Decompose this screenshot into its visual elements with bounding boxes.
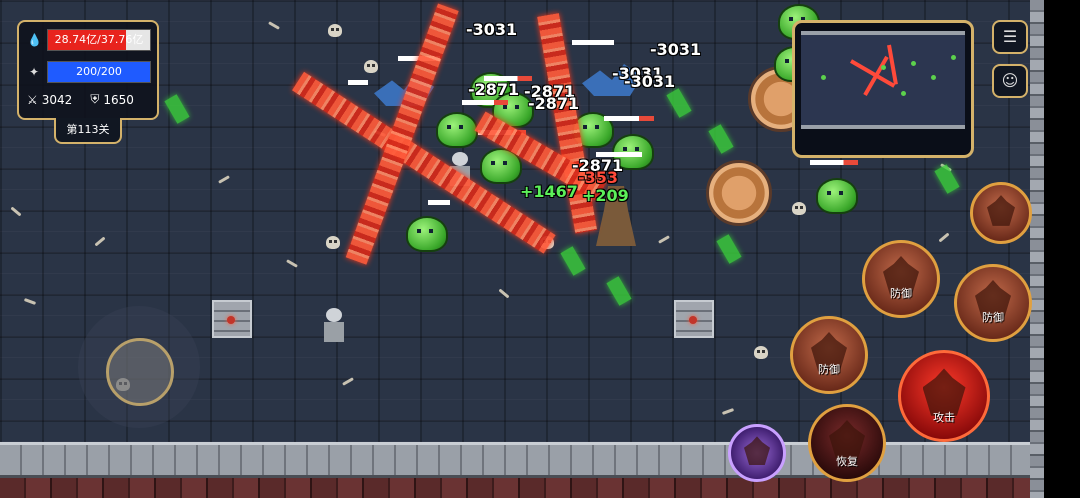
skull-decoration <box>364 60 378 73</box>
bone-decoration <box>94 236 106 247</box>
green-crystal <box>164 94 190 124</box>
green-slime-enemy[interactable] <box>436 112 478 148</box>
defense-value: 1650 <box>103 92 134 107</box>
recover-skill-button[interactable]: 恢复 <box>808 404 886 482</box>
bone-decoration <box>342 377 354 386</box>
summon-skill-button[interactable] <box>728 424 786 482</box>
mp-row: ✦ 200/200 <box>27 61 151 83</box>
drop-icon: 💧 <box>27 33 42 47</box>
skill-silhouette <box>987 195 1015 226</box>
green-crystal <box>666 88 692 118</box>
minimap-beam <box>863 55 889 96</box>
skill-label: 防御 <box>890 287 912 300</box>
defense-skill-button[interactable]: 防御 <box>790 316 868 394</box>
stone-pillar <box>212 300 252 338</box>
red-gem <box>227 316 235 324</box>
damage-number: -2871 <box>528 94 580 113</box>
hp-text: 28.74亿/37.76亿 <box>54 33 144 46</box>
skill-label: 攻击 <box>933 411 955 424</box>
minimap[interactable] <box>792 20 974 158</box>
wall-base <box>0 478 1036 498</box>
damage-number: -353 <box>578 168 619 187</box>
minimap-enemy-dot <box>951 55 956 60</box>
mp-bar: 200/200 <box>47 61 151 83</box>
stage-label: 第113关 <box>54 118 122 144</box>
green-crystal <box>716 234 742 264</box>
minimap-enemy-dot <box>901 91 906 96</box>
enemy-hp-bar <box>348 80 368 85</box>
green-crystal <box>560 246 586 276</box>
attack-button[interactable]: 攻击 <box>898 350 990 442</box>
mp-text: 200/200 <box>76 65 122 78</box>
minimap-enemy-dot <box>821 75 826 80</box>
green-crystal <box>708 124 734 154</box>
skeleton-head <box>326 308 342 322</box>
skill-silhouette <box>744 436 770 465</box>
skill-label: 防御 <box>818 363 840 376</box>
damage-number: -3031 <box>650 40 702 59</box>
enemy-hp-bar <box>810 160 858 165</box>
skill-slot-top[interactable] <box>970 182 1032 244</box>
damage-number: -2871 <box>468 80 520 99</box>
enemy-hp-bar <box>428 200 450 205</box>
skeleton-body <box>324 322 344 342</box>
bone-decoration <box>721 408 735 415</box>
joystick-knob[interactable] <box>106 338 174 406</box>
minimap-beam <box>887 44 898 85</box>
bone-decoration <box>498 288 510 299</box>
dungeon-right-wall <box>1030 0 1080 498</box>
game-viewport[interactable]: -3031 -3031 -3031 -3031 -2871 -2871 -287… <box>0 0 1080 498</box>
player-status-panel: 💧 28.74亿/37.76亿 ✦ 200/200 ⚔ 3042 ⛨ 1650 <box>17 20 159 120</box>
attack-defense-row: ⚔ 3042 ⛨ 1650 <box>27 92 155 107</box>
enemy-hp-bar <box>604 116 654 121</box>
menu-icon[interactable]: ☰ <box>992 20 1028 54</box>
bone-decoration <box>938 232 950 243</box>
damage-number: -3031 <box>624 72 676 91</box>
minimap-field <box>801 31 965 129</box>
skull-decoration <box>328 24 342 37</box>
hp-bar: 28.74亿/37.76亿 <box>47 29 151 51</box>
defense-skill-button[interactable]: 防御 <box>862 240 940 318</box>
attack-value: 3042 <box>41 92 73 107</box>
sword-icon: ⚔ <box>27 92 38 107</box>
profile-icon[interactable]: ☺ <box>992 64 1028 98</box>
skull-decoration <box>754 346 768 359</box>
enemy-hp-bar <box>462 100 508 105</box>
green-slime-enemy[interactable] <box>406 216 448 252</box>
bone-decoration <box>10 206 22 217</box>
green-crystal <box>934 164 960 194</box>
skill-label: 恢复 <box>836 455 858 468</box>
virtual-joystick[interactable] <box>78 306 200 428</box>
skull-decoration <box>326 236 340 249</box>
skeleton-head <box>452 152 468 166</box>
stone-pillar <box>674 300 714 338</box>
green-crystal <box>606 276 632 306</box>
bone-decoration <box>286 259 298 268</box>
bone-decoration <box>268 21 280 30</box>
bone-decoration <box>658 235 670 244</box>
bone-decoration <box>23 298 37 305</box>
magic-icon: ✦ <box>28 65 40 79</box>
skill-label: 防御 <box>982 311 1004 324</box>
rock-golem-enemy[interactable] <box>706 160 772 226</box>
bone-decoration <box>218 175 230 184</box>
shield-icon: ⛨ <box>90 92 100 106</box>
minimap-enemy-dot <box>881 65 886 70</box>
red-gem <box>689 316 697 324</box>
defense-skill-button[interactable]: 防御 <box>954 264 1032 342</box>
damage-number: -3031 <box>466 20 518 39</box>
heal-number: +209 <box>582 186 629 205</box>
hp-row: 💧 28.74亿/37.76亿 <box>27 29 151 51</box>
green-slime-enemy[interactable] <box>816 178 858 214</box>
heal-number: +1467 <box>520 182 578 201</box>
minimap-enemy-dot <box>931 75 936 80</box>
minimap-enemy-dot <box>911 61 916 66</box>
skeleton-enemy[interactable] <box>322 308 346 344</box>
enemy-hp-bar <box>572 40 614 45</box>
skull-decoration <box>792 202 806 215</box>
